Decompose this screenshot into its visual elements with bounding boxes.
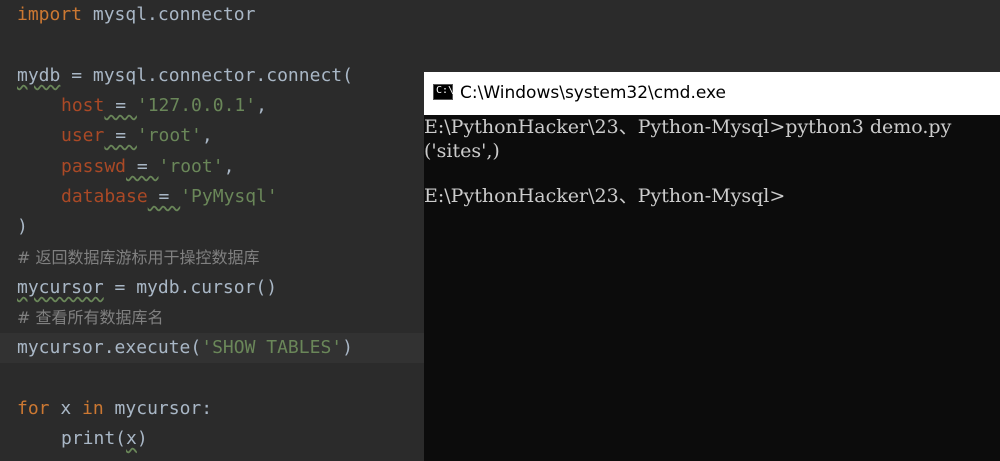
code-line-10[interactable]: mycursor = mydb.cursor(): [17, 273, 277, 303]
code-text: =: [104, 95, 137, 116]
param-passwd: passwd: [61, 156, 127, 177]
string-literal: 'root': [136, 125, 202, 146]
console-line: E:\PythonHacker\23、Python-Mysql>: [424, 185, 786, 207]
code-line-8[interactable]: ): [17, 212, 28, 242]
variable-x: x: [126, 428, 137, 449]
code-line-11[interactable]: # 查看所有数据库名: [17, 303, 164, 333]
keyword-for: for: [17, 398, 50, 419]
code-text: mycursor.execute(: [17, 337, 202, 358]
code-text: =: [104, 125, 137, 146]
code-text: = mydb.cursor(): [103, 277, 278, 298]
code-line-14[interactable]: for x in mycursor:: [17, 394, 212, 424]
code-text: ,: [223, 156, 235, 177]
param-database: database: [61, 186, 148, 207]
code-text: ,: [201, 125, 213, 146]
code-line-4[interactable]: host = '127.0.0.1',: [17, 91, 267, 121]
param-user: user: [61, 125, 105, 146]
code-line-12[interactable]: mycursor.execute('SHOW TABLES'): [17, 333, 353, 363]
string-literal: 'SHOW TABLES': [201, 337, 343, 358]
variable-mycursor: mycursor: [17, 277, 104, 298]
code-line-5[interactable]: user = 'root',: [17, 121, 213, 151]
string-literal: 'root': [158, 156, 224, 177]
param-host: host: [61, 95, 105, 116]
code-text: ): [136, 428, 148, 449]
cmd-window[interactable]: C:\ C:\Windows\system32\cmd.exe E:\Pytho…: [424, 72, 1000, 461]
cmd-console[interactable]: E:\PythonHacker\23、Python-Mysql>python3 …: [424, 115, 1000, 461]
keyword-import: import: [17, 4, 83, 25]
code-line-3[interactable]: mydb = mysql.connector.connect(: [17, 61, 353, 91]
code-text: = mysql.connector.connect(: [60, 65, 353, 86]
code-text: ): [17, 216, 28, 237]
code-text: x: [49, 398, 83, 419]
variable-mydb: mydb: [17, 65, 61, 86]
code-text: print(: [61, 428, 127, 449]
code-line-15[interactable]: print(x): [17, 424, 148, 454]
code-text: ): [342, 337, 353, 358]
code-text: =: [126, 156, 159, 177]
code-line-7[interactable]: database = 'PyMysql': [17, 182, 278, 212]
cmd-icon-text: C:\: [436, 85, 455, 96]
code-line-1[interactable]: import mysql.connector: [17, 0, 255, 30]
code-text: mysql.connector: [82, 4, 256, 25]
comment: # 返回数据库游标用于操控数据库: [17, 248, 260, 267]
code-text: mycursor:: [103, 398, 213, 419]
cmd-window-title: C:\Windows\system32\cmd.exe: [460, 83, 727, 103]
string-literal: 'PyMysql': [180, 186, 278, 207]
cmd-title-bar[interactable]: C:\ C:\Windows\system32\cmd.exe: [424, 72, 1000, 115]
cmd-icon: C:\: [433, 84, 455, 100]
string-literal: '127.0.0.1': [136, 95, 257, 116]
comment: # 查看所有数据库名: [17, 308, 164, 327]
console-line: ('sites',): [424, 140, 500, 162]
keyword-in: in: [82, 398, 104, 419]
code-line-6[interactable]: passwd = 'root',: [17, 152, 234, 182]
code-line-9[interactable]: # 返回数据库游标用于操控数据库: [17, 243, 260, 273]
code-text: ,: [256, 95, 267, 116]
console-line: E:\PythonHacker\23、Python-Mysql>python3 …: [424, 116, 952, 138]
code-text: =: [147, 186, 181, 207]
